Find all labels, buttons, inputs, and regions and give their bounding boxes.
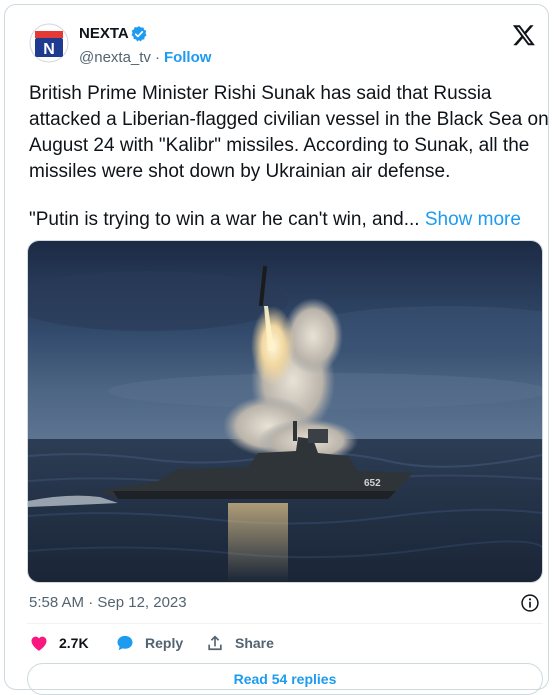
show-more-link[interactable]: Show more	[425, 209, 521, 230]
tweet-card: N NEXTA @nexta_tv · Follow British Prime M…	[4, 4, 549, 695]
author-name[interactable]: NEXTA	[79, 25, 129, 42]
reply-bubble-icon	[117, 635, 133, 651]
reply-label: Reply	[145, 635, 184, 651]
info-icon[interactable]	[520, 593, 540, 613]
follow-button[interactable]: Follow	[164, 49, 212, 66]
tweet-text: British Prime Minister Rishi Sunak has s…	[29, 81, 549, 233]
avatar-letter: N	[43, 41, 55, 58]
hull-number: 652	[364, 478, 381, 489]
like-count: 2.7K	[59, 635, 89, 651]
like-button[interactable]: 2.7K	[29, 630, 89, 656]
x-logo-icon[interactable]	[512, 23, 536, 47]
handle-row: @nexta_tv · Follow	[79, 49, 211, 66]
share-icon	[208, 635, 222, 651]
read-replies-button[interactable]: Read 54 replies	[27, 663, 543, 695]
tweet-timestamp[interactable]: 5:58 AM · Sep 12, 2023	[29, 594, 187, 611]
tweet-paragraph-1: British Prime Minister Rishi Sunak has s…	[29, 83, 549, 182]
divider	[27, 623, 543, 624]
tweet-paragraph-2-text: "Putin is trying to win a war he can't w…	[29, 209, 420, 230]
tweet-paragraph-2: "Putin is trying to win a war he can't w…	[29, 207, 549, 233]
warship-missile-launch-photo: 652	[28, 241, 542, 582]
share-label: Share	[235, 635, 274, 651]
author-handle[interactable]: @nexta_tv	[79, 49, 151, 66]
nexta-logo-icon: N	[29, 23, 69, 63]
avatar[interactable]: N	[29, 23, 69, 63]
verified-badge-icon	[131, 26, 147, 42]
heart-icon	[31, 636, 47, 651]
reply-button[interactable]: Reply	[115, 630, 183, 656]
separator-dot: ·	[154, 49, 160, 66]
share-button[interactable]: Share	[205, 630, 274, 656]
tweet-media-image[interactable]: 652	[27, 240, 543, 583]
